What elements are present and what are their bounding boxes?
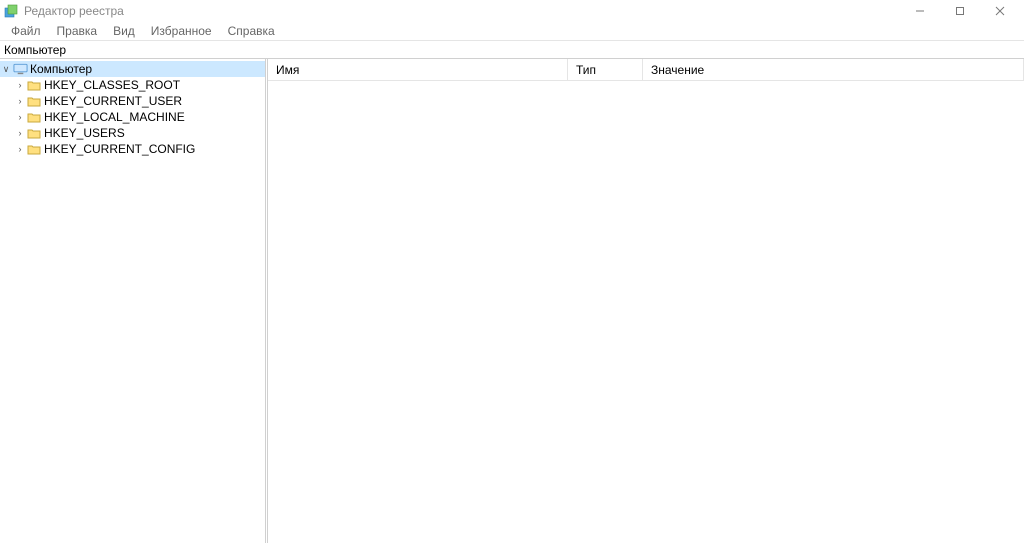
expander-icon[interactable]: › — [14, 127, 26, 139]
expander-icon[interactable]: › — [14, 111, 26, 123]
tree-hive-label: HKEY_CLASSES_ROOT — [44, 78, 180, 92]
folder-icon — [26, 78, 42, 92]
menu-file[interactable]: Файл — [4, 23, 48, 39]
menu-bar: Файл Правка Вид Избранное Справка — [0, 22, 1024, 41]
tree-hive-label: HKEY_USERS — [44, 126, 125, 140]
menu-view[interactable]: Вид — [106, 23, 142, 39]
address-input[interactable] — [4, 42, 1020, 58]
close-button[interactable] — [980, 0, 1020, 22]
tree-pane[interactable]: ∨ Компьютер › — [0, 59, 265, 543]
menu-edit[interactable]: Правка — [50, 23, 105, 39]
folder-icon — [26, 142, 42, 156]
tree-root-label: Компьютер — [30, 62, 92, 76]
expander-icon[interactable]: › — [14, 95, 26, 107]
registry-editor-window: Редактор реестра Файл Правка Вид Избранн… — [0, 0, 1024, 543]
app-icon — [4, 4, 18, 18]
column-header-type[interactable]: Тип — [568, 59, 643, 80]
computer-icon — [12, 62, 28, 76]
address-bar — [0, 41, 1024, 59]
window-controls — [900, 0, 1020, 22]
values-body[interactable] — [268, 81, 1024, 543]
tree-hive-local-machine[interactable]: › HKEY_LOCAL_MACHINE — [14, 109, 265, 125]
expander-icon[interactable]: › — [14, 79, 26, 91]
expander-icon[interactable]: ∨ — [0, 63, 12, 75]
folder-icon — [26, 126, 42, 140]
tree-hive-label: HKEY_CURRENT_USER — [44, 94, 182, 108]
menu-favorites[interactable]: Избранное — [144, 23, 219, 39]
tree-hive-users[interactable]: › HKEY_USERS — [14, 125, 265, 141]
tree-hive-classes-root[interactable]: › HKEY_CLASSES_ROOT — [14, 77, 265, 93]
maximize-button[interactable] — [940, 0, 980, 22]
folder-icon — [26, 110, 42, 124]
main-split: ∨ Компьютер › — [0, 59, 1024, 543]
values-pane: Имя Тип Значение — [268, 59, 1024, 543]
minimize-button[interactable] — [900, 0, 940, 22]
window-title: Редактор реестра — [24, 4, 124, 18]
tree-hive-label: HKEY_LOCAL_MACHINE — [44, 110, 185, 124]
title-bar: Редактор реестра — [0, 0, 1024, 22]
column-header-value[interactable]: Значение — [643, 59, 1024, 80]
tree-hive-label: HKEY_CURRENT_CONFIG — [44, 142, 195, 156]
column-header-name[interactable]: Имя — [268, 59, 568, 80]
tree-hive-current-user[interactable]: › HKEY_CURRENT_USER — [14, 93, 265, 109]
expander-icon[interactable]: › — [14, 143, 26, 155]
values-header: Имя Тип Значение — [268, 59, 1024, 81]
tree-root-computer[interactable]: ∨ Компьютер — [0, 61, 265, 77]
folder-icon — [26, 94, 42, 108]
tree-hive-current-config[interactable]: › HKEY_CURRENT_CONFIG — [14, 141, 265, 157]
menu-help[interactable]: Справка — [221, 23, 282, 39]
